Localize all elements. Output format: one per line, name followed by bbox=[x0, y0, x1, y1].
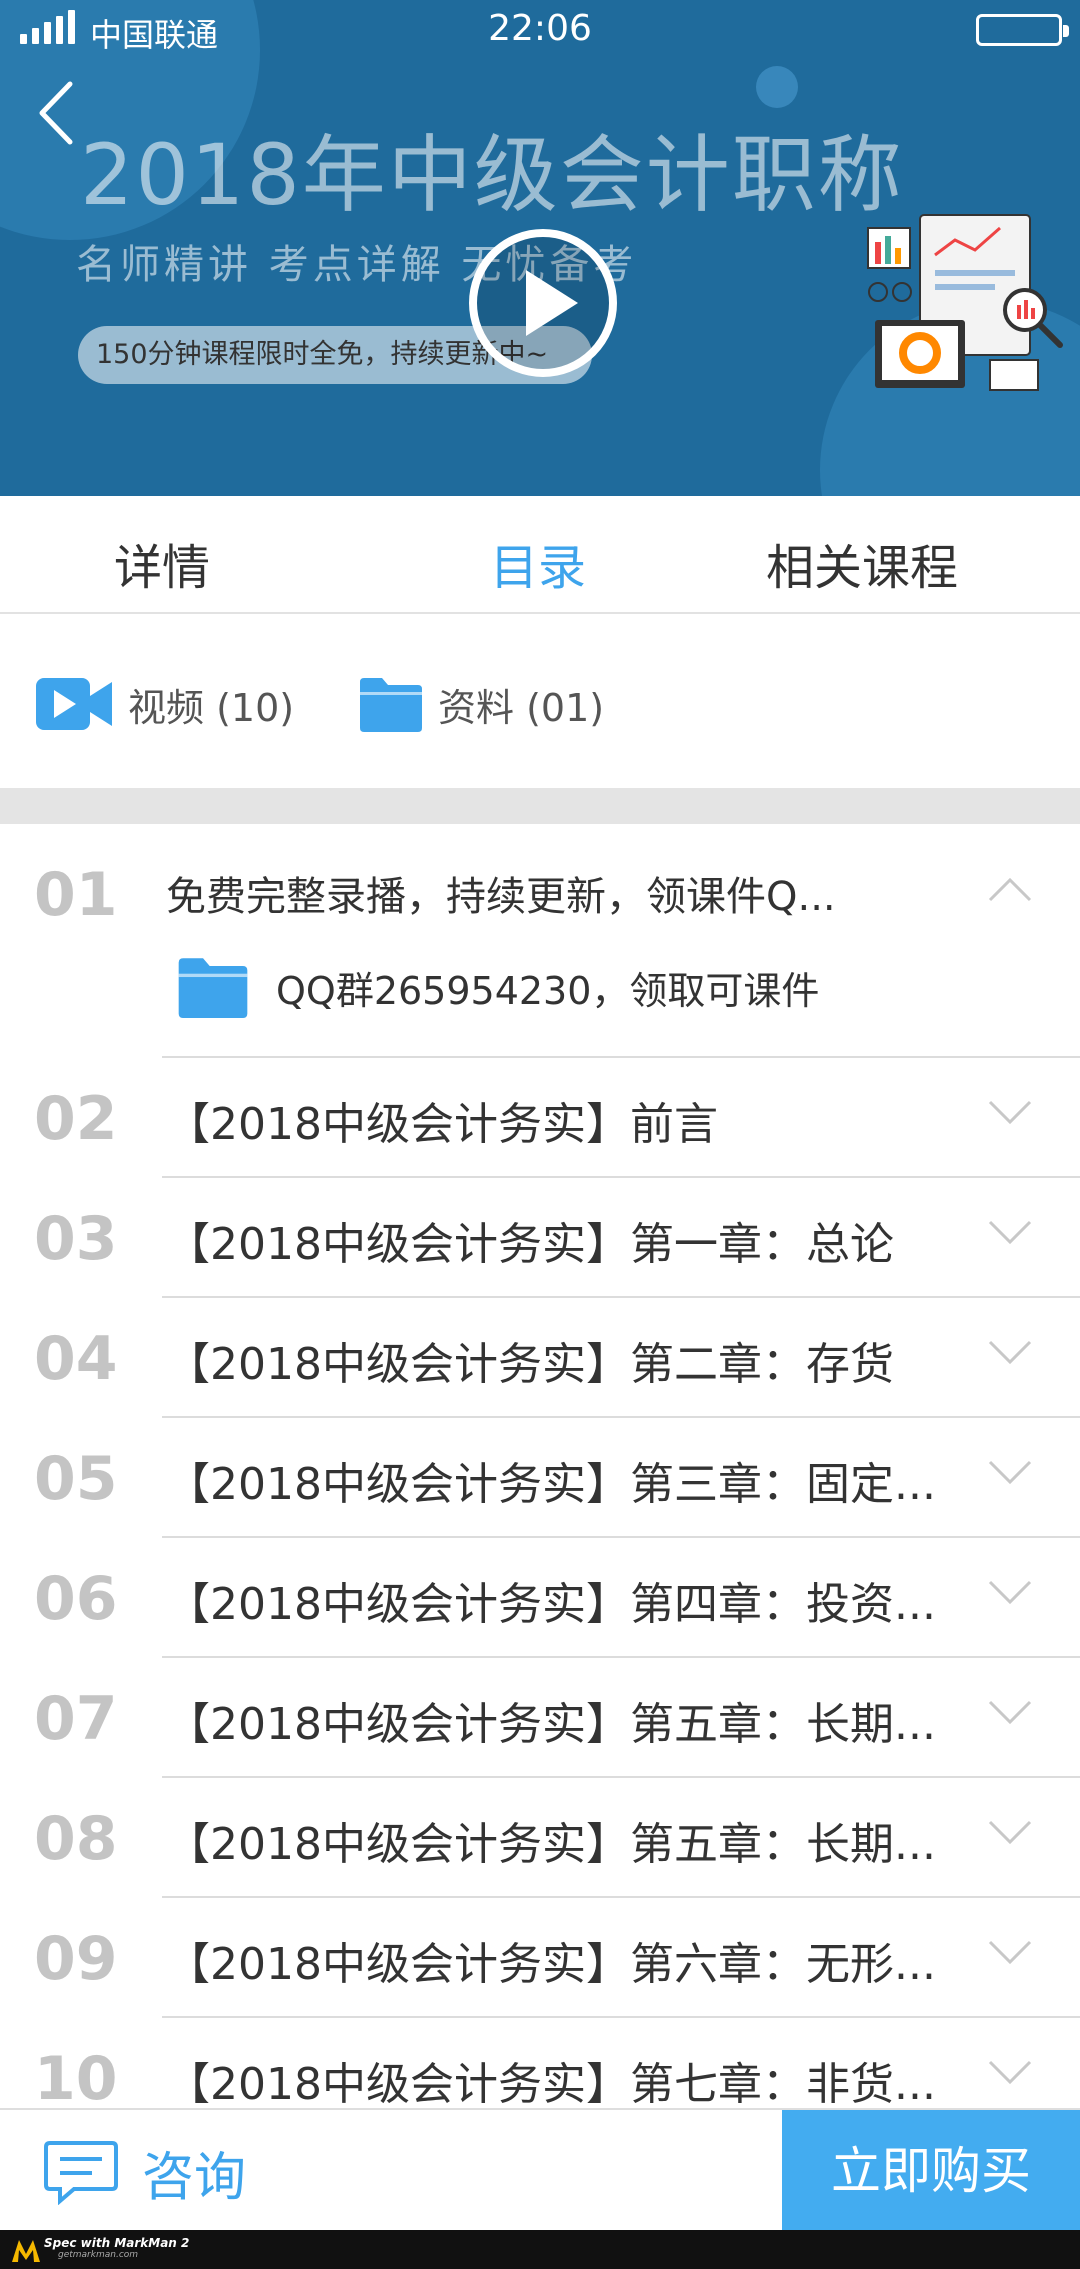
analytics-illustration-icon bbox=[867, 214, 1063, 391]
consult-label: 咨询 bbox=[142, 2147, 247, 2208]
chapter-number: 08 bbox=[34, 1804, 118, 1874]
chapter-title: 【2018中级会计务实】第七章：非货... bbox=[166, 2059, 936, 2110]
status-time: 22:06 bbox=[488, 8, 592, 49]
chevron-down-icon[interactable] bbox=[988, 1818, 1032, 1848]
chapter-number: 03 bbox=[34, 1204, 118, 1274]
chapter-title: 【2018中级会计务实】前言 bbox=[166, 1099, 718, 1150]
chat-icon bbox=[44, 2141, 118, 2205]
video-camera-icon bbox=[36, 678, 112, 730]
battery-icon bbox=[976, 14, 1069, 46]
course-banner[interactable]: 中国联通 22:06 2018年中级会计职称 名师精讲 考点详解 无忧备考 15… bbox=[0, 0, 1080, 496]
tab-bar: 详情 目录 相关课程 bbox=[0, 496, 1080, 614]
chevron-up-icon[interactable] bbox=[988, 874, 1032, 904]
chapter-material-item[interactable]: QQ群265954230，领取可课件 bbox=[178, 954, 819, 1020]
chapter-material-label: QQ群265954230，领取可课件 bbox=[276, 968, 820, 1013]
chapter-row-03[interactable]: 03 【2018中级会计务实】第一章：总论 bbox=[0, 1178, 1080, 1298]
chevron-down-icon[interactable] bbox=[988, 1338, 1032, 1368]
folder-icon bbox=[178, 958, 248, 1018]
catalog-filters: 视频 (10) 资料 (01) bbox=[0, 616, 1080, 788]
chapter-row-04[interactable]: 04 【2018中级会计务实】第二章：存货 bbox=[0, 1298, 1080, 1418]
banner-title: 2018年中级会计职称 bbox=[80, 126, 904, 224]
chapter-title: 【2018中级会计务实】第五章：长期... bbox=[166, 1819, 936, 1870]
tab-catalog[interactable]: 目录 bbox=[490, 528, 586, 598]
chapter-row-09[interactable]: 09 【2018中级会计务实】第六章：无形... bbox=[0, 1898, 1080, 2018]
chapter-row-05[interactable]: 05 【2018中级会计务实】第三章：固定... bbox=[0, 1418, 1080, 1538]
chapter-number: 06 bbox=[34, 1564, 118, 1634]
chapter-row-06[interactable]: 06 【2018中级会计务实】第四章：投资... bbox=[0, 1538, 1080, 1658]
markman-watermark: Spec with MarkMan 2 getmarkman.com bbox=[0, 2230, 1080, 2269]
chevron-down-icon[interactable] bbox=[988, 1698, 1032, 1728]
chapter-number: 09 bbox=[34, 1924, 118, 1994]
tab-details[interactable]: 详情 bbox=[114, 528, 210, 598]
chevron-down-icon[interactable] bbox=[988, 1458, 1032, 1488]
chapter-number: 05 bbox=[34, 1444, 118, 1514]
section-separator bbox=[0, 788, 1080, 824]
folder-icon bbox=[360, 678, 422, 732]
filter-material[interactable]: 资料 (01) bbox=[360, 674, 604, 734]
filter-video-label: 视频 (10) bbox=[128, 685, 295, 730]
chapter-title: 【2018中级会计务实】第二章：存货 bbox=[166, 1339, 894, 1390]
status-bar: 中国联通 22:06 bbox=[0, 0, 1080, 60]
tab-related-courses[interactable]: 相关课程 bbox=[766, 528, 958, 598]
chapter-number: 02 bbox=[34, 1084, 118, 1154]
buy-now-button[interactable]: 立即购买 bbox=[782, 2110, 1080, 2232]
chapter-title: 【2018中级会计务实】第四章：投资... bbox=[166, 1579, 936, 1630]
chevron-down-icon[interactable] bbox=[988, 1938, 1032, 1968]
chevron-down-icon[interactable] bbox=[988, 1098, 1032, 1128]
markman-logo-icon bbox=[12, 2240, 40, 2262]
play-icon[interactable] bbox=[468, 228, 618, 378]
chevron-down-icon[interactable] bbox=[988, 1578, 1032, 1608]
chapter-row-07[interactable]: 07 【2018中级会计务实】第五章：长期... bbox=[0, 1658, 1080, 1778]
filter-material-label: 资料 (01) bbox=[438, 685, 605, 730]
chapter-row-08[interactable]: 08 【2018中级会计务实】第五章：长期... bbox=[0, 1778, 1080, 1898]
chapter-number: 01 bbox=[34, 860, 118, 930]
watermark-line1: Spec with MarkMan 2 bbox=[44, 2236, 190, 2250]
chapter-number: 07 bbox=[34, 1684, 118, 1754]
chapter-row-01[interactable]: 01 免费完整录播，持续更新，领课件Q... QQ群265954230，领取可课… bbox=[0, 824, 1080, 1058]
chapter-title: 【2018中级会计务实】第三章：固定... bbox=[166, 1459, 936, 1510]
consult-button[interactable]: 咨询 bbox=[44, 2134, 246, 2210]
chevron-down-icon[interactable] bbox=[988, 1218, 1032, 1248]
chapter-title: 【2018中级会计务实】第六章：无形... bbox=[166, 1939, 936, 1990]
banner-decoration bbox=[756, 66, 798, 108]
bottom-action-bar: 咨询 立即购买 bbox=[0, 2108, 1080, 2232]
chapter-title: 【2018中级会计务实】第五章：长期... bbox=[166, 1699, 936, 1750]
chapter-number: 10 bbox=[34, 2044, 118, 2114]
chapter-title: 【2018中级会计务实】第一章：总论 bbox=[166, 1219, 894, 1270]
filter-video[interactable]: 视频 (10) bbox=[36, 674, 294, 734]
chapter-title: 免费完整录播，持续更新，领课件Q... bbox=[166, 874, 836, 920]
chapter-row-02[interactable]: 02 【2018中级会计务实】前言 bbox=[0, 1058, 1080, 1178]
chevron-down-icon[interactable] bbox=[988, 2058, 1032, 2088]
watermark-line2: getmarkman.com bbox=[58, 2250, 139, 2260]
chapter-number: 04 bbox=[34, 1324, 118, 1394]
